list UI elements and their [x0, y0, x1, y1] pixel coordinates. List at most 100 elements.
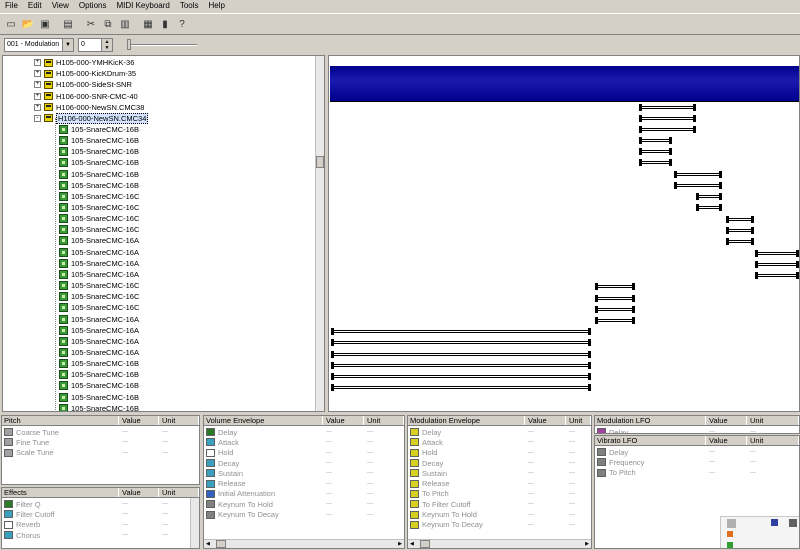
- value-column-header[interactable]: Value: [707, 436, 747, 445]
- tree-child-item[interactable]: 105-SnareCMC-16B: [59, 369, 139, 380]
- property-row[interactable]: Decay --- ---: [204, 458, 404, 468]
- menu-item-edit[interactable]: Edit: [23, 0, 47, 12]
- scroll-left-icon[interactable]: ◀: [206, 540, 210, 548]
- tree-item[interactable]: + H106-000-SNR-CMC-40: [34, 90, 138, 101]
- key-range-bar[interactable]: [639, 126, 696, 133]
- properties-icon[interactable]: ▤: [60, 16, 76, 32]
- tree-child-item[interactable]: 105-SnareCMC-16C: [59, 302, 139, 313]
- key-range-bar[interactable]: [726, 238, 754, 245]
- property-value[interactable]: ---: [326, 481, 332, 487]
- property-row[interactable]: Keynum To Decay --- ---: [204, 509, 404, 519]
- value-column-header[interactable]: Value: [120, 488, 159, 497]
- tree-item[interactable]: + H105-000-SideSt-SNR: [34, 79, 132, 90]
- tree-child-item[interactable]: 105-SnareCMC-16A: [59, 313, 139, 324]
- key-range-bar[interactable]: [595, 283, 635, 290]
- tree-child-item[interactable]: 105-SnareCMC-16A: [59, 235, 139, 246]
- tool-icon[interactable]: [727, 519, 736, 528]
- property-value[interactable]: ---: [528, 460, 534, 466]
- horizontal-scrollbar[interactable]: ◀ ▶: [408, 539, 591, 548]
- tree-child-item[interactable]: 105-SnareCMC-16B: [59, 157, 139, 168]
- scrollbar-thumb[interactable]: [316, 156, 324, 168]
- value-column-header[interactable]: Value: [526, 416, 566, 425]
- key-range-bar[interactable]: [331, 328, 591, 335]
- tree-child-item[interactable]: 105-SnareCMC-16A: [59, 269, 139, 280]
- tree-item[interactable]: - H106-000-NewSN.CMC34: [34, 112, 149, 124]
- vertical-scrollbar[interactable]: [190, 498, 199, 548]
- save-icon[interactable]: ▣: [37, 16, 53, 32]
- property-value[interactable]: ---: [326, 450, 332, 456]
- property-row[interactable]: Coarse Tune --- ---: [2, 427, 199, 437]
- property-value[interactable]: ---: [326, 470, 332, 476]
- property-value[interactable]: ---: [326, 429, 332, 435]
- property-row[interactable]: Sustain --- ---: [204, 468, 404, 478]
- property-value[interactable]: ---: [528, 429, 534, 435]
- key-range-bar[interactable]: [726, 227, 754, 234]
- value-slider[interactable]: [127, 39, 197, 51]
- value-stepper[interactable]: 0 ▲ ▼: [78, 38, 113, 52]
- tree-scrollbar[interactable]: [315, 56, 324, 411]
- expand-icon[interactable]: +: [34, 59, 41, 67]
- tree-item[interactable]: + H105-000-YMHKicK-36: [34, 57, 134, 68]
- property-row[interactable]: Attack --- ---: [204, 437, 404, 447]
- key-range-bar[interactable]: [331, 362, 591, 369]
- property-value[interactable]: ---: [326, 460, 332, 466]
- expand-icon[interactable]: +: [34, 81, 41, 89]
- property-row[interactable]: Delay --- ---: [595, 447, 799, 457]
- tree-child-item[interactable]: 105-SnareCMC-16B: [59, 358, 139, 369]
- tree-child-item[interactable]: 105-SnareCMC-16C: [59, 280, 139, 291]
- property-row[interactable]: Keynum To Hold --- ---: [204, 499, 404, 509]
- property-value[interactable]: ---: [122, 429, 128, 435]
- property-row[interactable]: To Pitch --- ---: [595, 468, 799, 478]
- horizontal-scrollbar[interactable]: ◀ ▶: [204, 539, 404, 548]
- key-range-bar[interactable]: [639, 104, 696, 111]
- key-range-bar[interactable]: [639, 115, 696, 122]
- property-row[interactable]: Delay --- ---: [595, 427, 799, 433]
- scroll-right-icon[interactable]: ▶: [585, 540, 589, 548]
- spin-arrows-icon[interactable]: ▲ ▼: [101, 39, 112, 51]
- property-row[interactable]: Release --- ---: [204, 479, 404, 489]
- property-row[interactable]: Reverb --- ---: [2, 520, 199, 530]
- scrollbar-thumb[interactable]: [420, 540, 430, 548]
- tree-child-item[interactable]: 105-SnareCMC-16B: [59, 392, 139, 403]
- property-value[interactable]: ---: [528, 501, 534, 507]
- property-value[interactable]: ---: [528, 450, 534, 456]
- property-row[interactable]: Initial Attenuation --- ---: [204, 489, 404, 499]
- property-row[interactable]: Filter Q --- ---: [2, 499, 199, 509]
- property-row[interactable]: Keynum To Hold --- ---: [408, 509, 591, 519]
- property-value[interactable]: ---: [709, 449, 715, 455]
- property-row[interactable]: Delay --- ---: [408, 427, 591, 437]
- scroll-right-icon[interactable]: ▶: [398, 540, 402, 548]
- property-row[interactable]: To Pitch --- ---: [408, 489, 591, 499]
- property-row[interactable]: Delay --- ---: [204, 427, 404, 437]
- open-icon[interactable]: 📂: [20, 16, 36, 32]
- tree-child-item[interactable]: 105-SnareCMC-16B: [59, 380, 139, 391]
- key-range-bar[interactable]: [639, 159, 672, 166]
- property-row[interactable]: Keynum To Decay --- ---: [408, 520, 591, 530]
- menu-item-options[interactable]: Options: [74, 0, 112, 12]
- property-value[interactable]: ---: [709, 459, 715, 465]
- tool-icon[interactable]: [789, 519, 797, 527]
- key-range-bar[interactable]: [331, 384, 591, 391]
- tree-child-item[interactable]: 105-SnareCMC-16A: [59, 347, 139, 358]
- key-range-bar[interactable]: [696, 193, 722, 200]
- menu-item-file[interactable]: File: [0, 0, 23, 12]
- tree-child-item[interactable]: 105-SnareCMC-16B: [59, 124, 139, 135]
- menu-item-midi-keyboard[interactable]: MIDI Keyboard: [111, 0, 174, 12]
- info-icon[interactable]: ▦: [140, 16, 156, 32]
- property-value[interactable]: ---: [709, 470, 715, 476]
- chevron-down-icon[interactable]: ▼: [62, 39, 73, 51]
- value-column-header[interactable]: Value: [707, 416, 747, 425]
- key-range-bar[interactable]: [726, 216, 754, 223]
- unit-column-header[interactable]: Unit: [567, 416, 591, 425]
- property-row[interactable]: Attack --- ---: [408, 437, 591, 447]
- key-range-bar[interactable]: [674, 182, 722, 189]
- menu-item-view[interactable]: View: [47, 0, 74, 12]
- property-row[interactable]: Hold --- ---: [408, 448, 591, 458]
- property-value[interactable]: ---: [528, 439, 534, 445]
- bar-chart-icon[interactable]: ▮: [157, 16, 173, 32]
- property-value[interactable]: ---: [122, 501, 128, 507]
- tree-child-item[interactable]: 105-SnareCMC-16C: [59, 213, 139, 224]
- menu-item-help[interactable]: Help: [204, 0, 230, 12]
- property-row[interactable]: Decay --- ---: [408, 458, 591, 468]
- key-range-bar[interactable]: [331, 339, 591, 346]
